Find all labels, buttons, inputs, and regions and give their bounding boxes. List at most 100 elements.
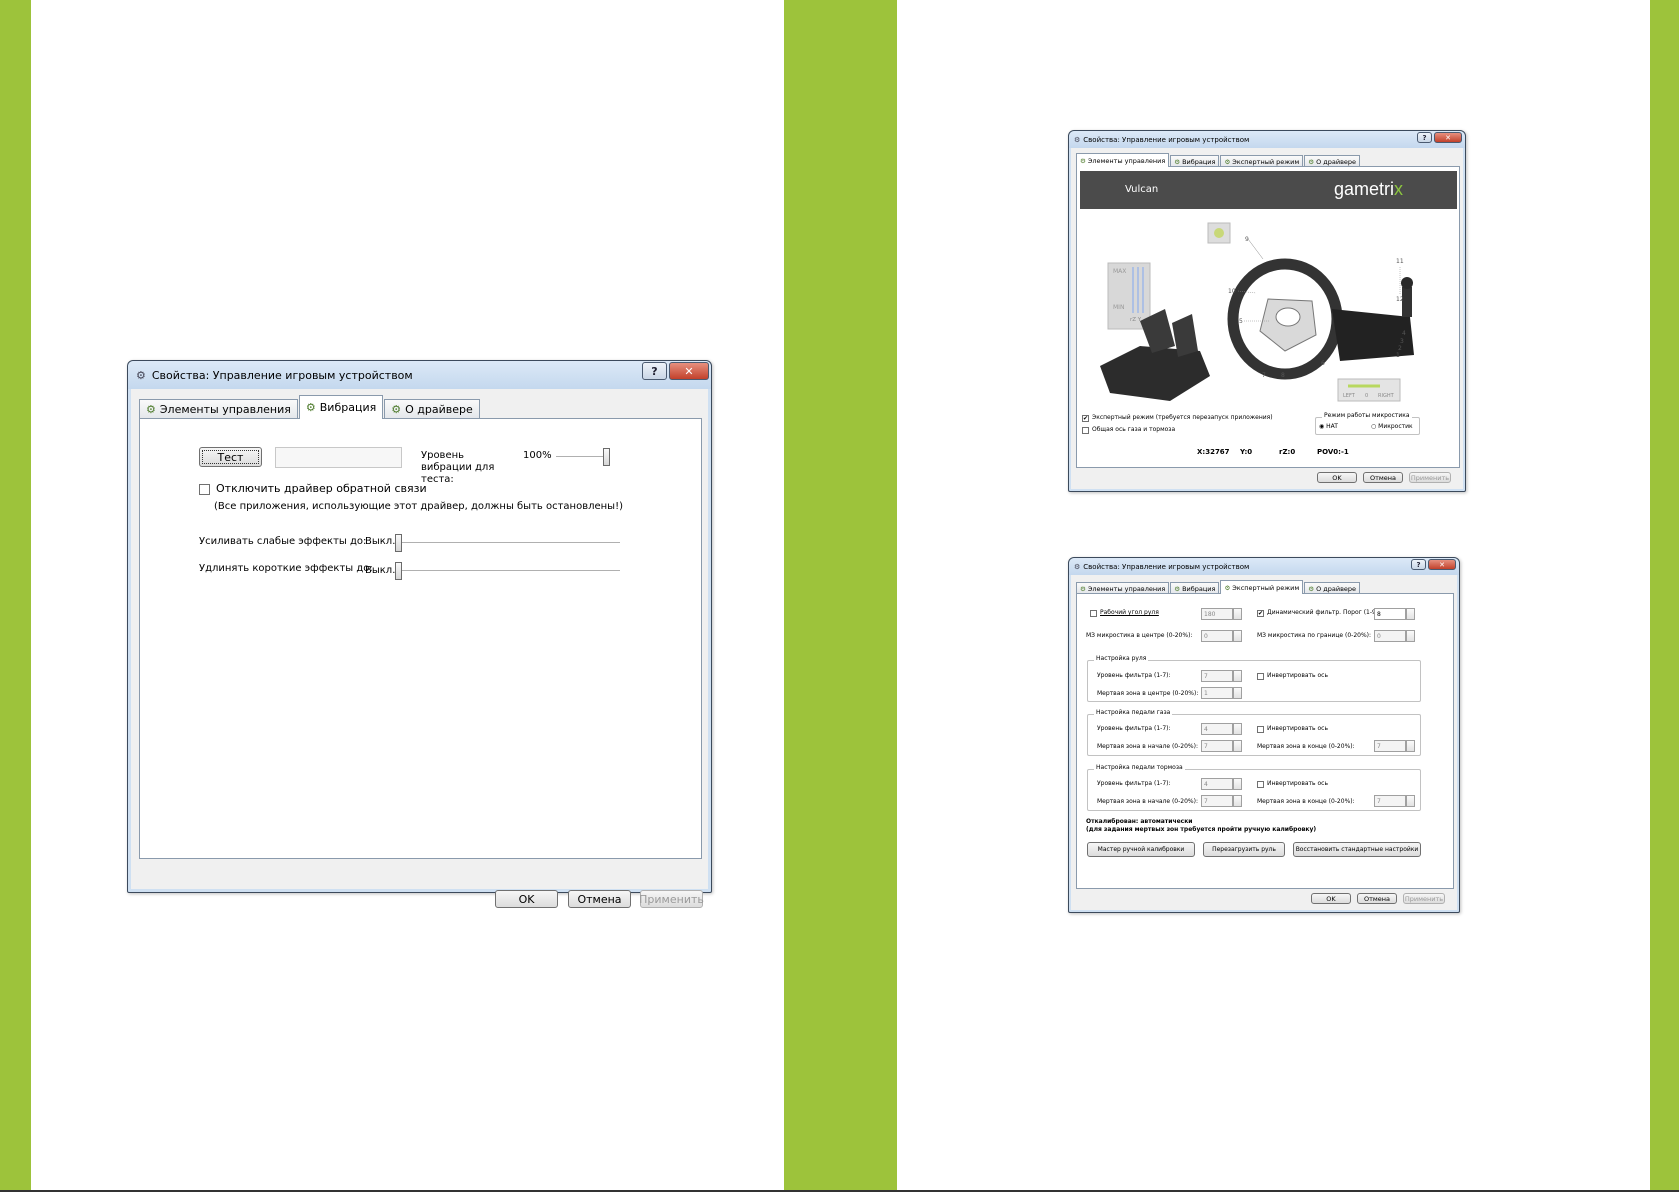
label-7: 7 [1262,372,1266,379]
lr-right: RIGHT [1378,393,1395,399]
tab-vibration[interactable]: ⚙ Вибрация [298,395,384,419]
manual-calibration-button[interactable]: Мастер ручной калибровки [1087,842,1195,857]
dz-center-field[interactable]: 0 [1201,630,1233,642]
label-8: 8 [1281,372,1285,379]
title-bar: ⚙ Свойства: Управление игровым устройств… [1069,131,1465,148]
vibration-level-slider[interactable] [603,448,610,466]
gametrix-logo: gametrix [1334,179,1404,199]
brake-invert-label[interactable]: Инвертировать ось [1267,780,1328,787]
gas-dz-start-field[interactable]: 7 [1201,740,1233,752]
gas-dz-end-stepper[interactable] [1406,740,1415,752]
help-button[interactable]: ? [1411,559,1426,570]
tab-controls[interactable]: ⚙ Элементы управления [139,399,298,419]
help-button[interactable]: ? [1417,132,1432,143]
close-button[interactable]: ✕ [669,362,709,380]
ok-button[interactable]: OK [1311,893,1351,904]
green-bar-center [784,0,897,1192]
calibration-note: (для задания мертвых зон требуется пройт… [1086,826,1317,833]
work-angle-label[interactable]: Рабочий угол руля [1100,609,1159,616]
dyn-filter-stepper[interactable] [1406,608,1415,620]
radio-microstick[interactable]: ○ Микростик [1371,423,1413,430]
ok-button[interactable]: OK [1317,472,1357,483]
brake-dz-end-field[interactable]: 7 [1374,795,1406,807]
amplify-slider[interactable] [395,534,402,552]
expert-mode-checkbox[interactable]: ✔ [1082,415,1089,422]
gas-dz-end-field[interactable]: 7 [1374,740,1406,752]
tab-about-driver[interactable]: ⚙ О драйвере [384,399,480,419]
combined-axis-label[interactable]: Общая ось газа и тормоза [1092,426,1175,433]
wheel-dz-field[interactable]: 1 [1201,687,1233,699]
wheel-invert-checkbox[interactable] [1257,673,1264,680]
extend-value: Выкл. [365,565,396,576]
apply-button[interactable]: Применить [1409,472,1451,483]
brake-dz-start-stepper[interactable] [1233,795,1242,807]
gas-dz-start-stepper[interactable] [1233,740,1242,752]
window-title: Свойства: Управление игровым устройством [151,368,413,382]
gas-invert-label[interactable]: Инвертировать ось [1267,725,1328,732]
expert-mode-label[interactable]: Экспертный режим (требуется перезапуск п… [1092,414,1273,421]
vibration-level-value: 100% [523,450,552,461]
test-progress-area [275,447,402,468]
dz-center-stepper[interactable] [1233,630,1242,642]
brake-dz-start-label: Мертвая зона в начале (0-20%): [1097,798,1198,805]
cancel-button[interactable]: Отмена [1357,893,1397,904]
wheel-filter-field[interactable]: 7 [1201,670,1233,682]
gamepad-icon: ⚙ [1224,157,1231,166]
dyn-filter-label[interactable]: Динамический фильтр. Порог (1-9): [1267,609,1380,616]
device-model: Vulcan [1125,184,1159,195]
manual-page: ⚙ Свойства: Управление игровым устройств… [0,0,1679,1192]
gas-dz-end-label: Мертвая зона в конце (0-20%): [1257,743,1355,750]
close-button[interactable]: ✕ [1434,132,1462,143]
help-button[interactable]: ? [642,362,667,380]
label-6: 6 [1321,360,1325,367]
reload-wheel-button[interactable]: Перезагрузить руль [1203,842,1285,857]
dialog-body: ⚙ Элементы управления ⚙ Вибрация ⚙ Экспертн… [1071,148,1463,489]
combined-axis-checkbox[interactable] [1082,427,1089,434]
wheel-filter-stepper[interactable] [1233,670,1242,682]
wheel-invert-label[interactable]: Инвертировать ось [1267,672,1328,679]
radio-hat[interactable]: ◉ HAT [1319,423,1338,430]
pov-value: POV0:-1 [1317,448,1349,456]
brake-filter-field[interactable]: 4 [1201,778,1233,790]
gamepad-icon: ⚙ [1074,562,1081,571]
tab-strip: ⚙ Элементы управления ⚙ Вибрация ⚙ Экспертн… [1076,153,1361,167]
test-button[interactable]: Тест [199,447,262,467]
restore-defaults-button[interactable]: Восстановить стандартные настройки [1293,842,1421,857]
brake-invert-checkbox[interactable] [1257,781,1264,788]
amplify-track [400,542,620,544]
expert-dialog: ⚙ Свойства: Управление игровым устройств… [1068,557,1460,913]
gas-invert-checkbox[interactable] [1257,726,1264,733]
cancel-button[interactable]: Отмена [1363,472,1403,483]
controls-dialog: ⚙ Свойства: Управление игровым устройств… [1068,130,1466,492]
gas-filter-stepper[interactable] [1233,723,1242,735]
brake-filter-stepper[interactable] [1233,778,1242,790]
disable-driver-label[interactable]: Отключить драйвер обратной связи [216,482,427,495]
dz-center-label: МЗ микростика в центре (0-20%): [1086,632,1193,639]
work-angle-field[interactable]: 180 [1201,608,1233,620]
gas-filter-field[interactable]: 4 [1201,723,1233,735]
ok-button[interactable]: OK [495,890,558,908]
apply-button[interactable]: Применить [1403,893,1445,904]
brake-dz-start-field[interactable]: 7 [1201,795,1233,807]
extend-slider[interactable] [395,562,402,580]
dyn-filter-field[interactable]: 8 [1374,608,1406,620]
dz-edge-field[interactable]: 0 [1374,630,1406,642]
tab-expert[interactable]: ⚙ Экспертный режим [1220,580,1304,594]
dyn-filter-checkbox[interactable]: ✔ [1257,610,1264,617]
work-angle-checkbox[interactable] [1090,610,1097,617]
dz-edge-stepper[interactable] [1406,630,1415,642]
apply-button[interactable]: Применить [639,890,704,908]
disable-driver-note: (Все приложения, использующие этот драйв… [214,501,623,512]
gamepad-icon: ⚙ [1174,584,1181,593]
wheel-dz-stepper[interactable] [1233,687,1242,699]
work-angle-stepper[interactable] [1233,608,1242,620]
label-11: 11 [1396,258,1404,265]
tab-controls[interactable]: ⚙ Элементы управления [1076,153,1170,167]
close-button[interactable]: ✕ [1428,559,1456,570]
controls-panel: Vulcan gametrix MAX MIN rZ Y 9 10 11 12 … [1076,166,1460,468]
label-1: 1 [1396,352,1400,359]
disable-driver-checkbox[interactable] [199,484,210,495]
brake-dz-end-stepper[interactable] [1406,795,1415,807]
cancel-button[interactable]: Отмена [568,890,631,908]
gas-filter-label: Уровень фильтра (1-7): [1097,725,1171,732]
